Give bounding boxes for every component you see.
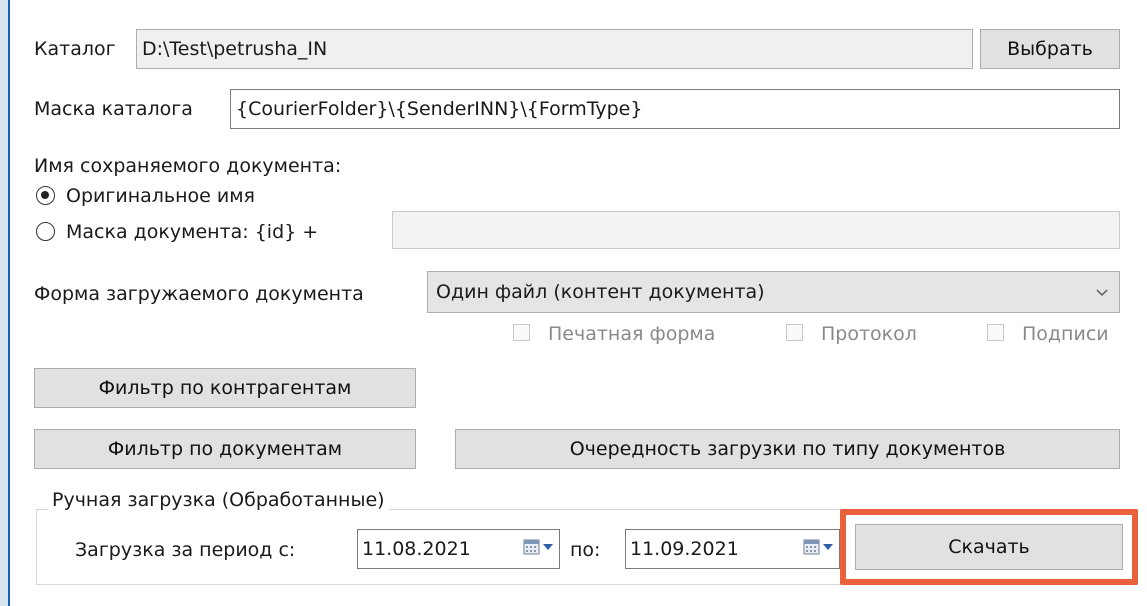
checkbox-signatures-label: Подписи	[1022, 323, 1109, 345]
settings-panel: Каталог D:\Test\petrusha_IN Выбрать Маск…	[8, 0, 1147, 606]
doc-form-select[interactable]: Один файл (контент документа)	[427, 271, 1120, 313]
date-to-label: по:	[570, 539, 601, 561]
radio-document-mask-label: Маска документа: {id} +	[66, 221, 319, 243]
catalog-mask-value: {CourierFolder}\{SenderINN}\{FormType}	[236, 98, 643, 120]
download-button[interactable]: Скачать	[855, 524, 1123, 570]
doc-form-label: Форма загружаемого документа	[34, 283, 364, 305]
calendar-icon[interactable]	[803, 538, 833, 556]
catalog-mask-label: Маска каталога	[34, 98, 193, 120]
radio-original-name-label: Оригинальное имя	[66, 185, 255, 207]
document-mask-input[interactable]	[392, 211, 1120, 249]
catalog-path-value: D:\Test\petrusha_IN	[142, 38, 328, 60]
doc-form-selected: Один файл (контент документа)	[436, 281, 765, 303]
date-from-picker[interactable]: 11.08.2021	[357, 529, 560, 569]
filter-contractors-button[interactable]: Фильтр по контрагентам	[34, 368, 416, 408]
checkbox-print-form-label: Печатная форма	[548, 323, 716, 345]
period-label: Загрузка за период с:	[75, 539, 296, 561]
catalog-label: Каталог	[34, 38, 116, 60]
manual-load-title: Ручная загрузка (Обработанные)	[48, 491, 389, 510]
load-order-button[interactable]: Очередность загрузки по типу документов	[455, 429, 1120, 469]
checkbox-signatures[interactable]	[987, 324, 1004, 341]
date-to-value: 11.09.2021	[630, 538, 739, 560]
date-from-value: 11.08.2021	[362, 538, 471, 560]
choose-catalog-button[interactable]: Выбрать	[980, 29, 1120, 69]
catalog-path-field[interactable]: D:\Test\petrusha_IN	[136, 29, 973, 69]
date-to-picker[interactable]: 11.09.2021	[625, 529, 840, 569]
chevron-down-icon	[1096, 289, 1108, 296]
checkbox-protocol[interactable]	[786, 324, 803, 341]
saved-name-heading: Имя сохраняемого документа:	[34, 155, 342, 177]
filter-documents-button[interactable]: Фильтр по документам	[34, 429, 416, 469]
checkbox-protocol-label: Протокол	[821, 323, 917, 345]
radio-original-name[interactable]	[36, 186, 55, 205]
calendar-icon[interactable]	[523, 538, 553, 556]
radio-document-mask[interactable]	[36, 222, 55, 241]
checkbox-print-form[interactable]	[513, 324, 530, 341]
catalog-mask-input[interactable]: {CourierFolder}\{SenderINN}\{FormType}	[230, 89, 1120, 129]
